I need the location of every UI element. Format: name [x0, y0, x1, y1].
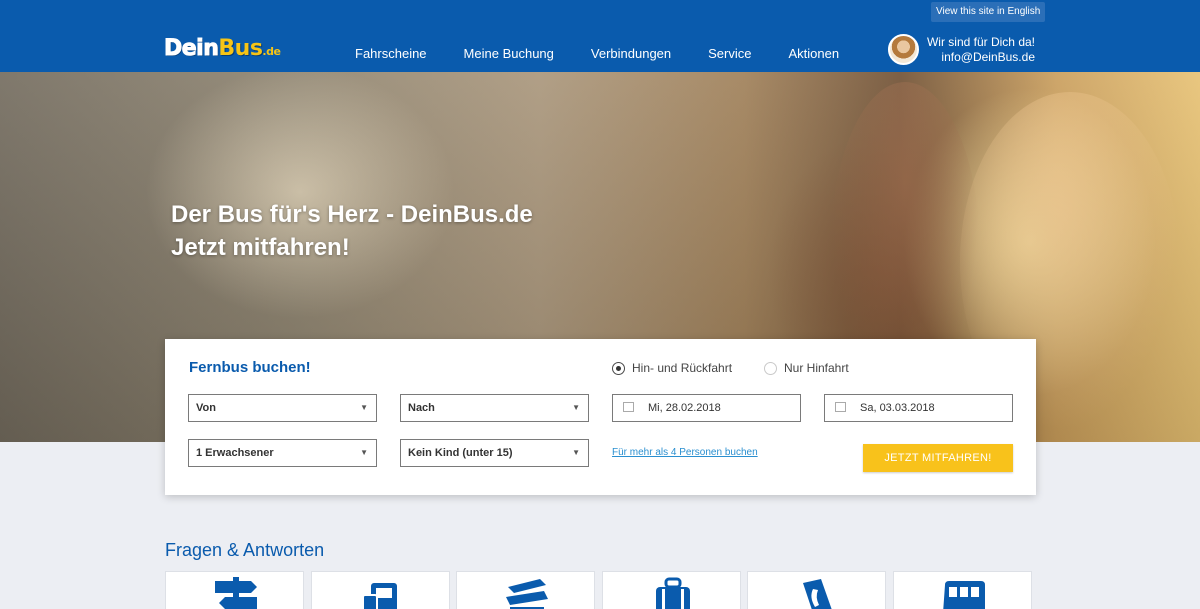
hero-headline-line2: Jetzt mitfahren!	[171, 234, 350, 261]
chevron-down-icon: ▼	[572, 403, 580, 412]
radio-unselected-icon	[764, 361, 777, 375]
deinbus-logo[interactable]: DeinBus.de	[163, 36, 281, 62]
faq-title: Fragen & Antworten	[165, 540, 325, 560]
adults-select[interactable]: 1 Erwachsener ▼	[188, 439, 377, 467]
hero-headline-line1: Der Bus für's Herz - DeinBus.de	[171, 201, 533, 228]
hero-headline: Der Bus für's Herz - DeinBus.de Jetzt mi…	[171, 198, 533, 264]
children-select-value: Kein Kind (unter 15)	[408, 447, 513, 459]
faq-tile-bus[interactable]	[893, 571, 1032, 609]
radio-round-trip[interactable]: Hin- und Rückfahrt	[612, 361, 732, 375]
contact-info: Wir sind für Dich da! info@DeinBus.de	[927, 35, 1035, 65]
nav-fahrscheine[interactable]: Fahrscheine	[355, 46, 427, 62]
nav-meine-buchung[interactable]: Meine Buchung	[464, 46, 554, 62]
phone-icon	[803, 579, 832, 609]
contact-tagline: Wir sind für Dich da!	[926, 35, 1035, 49]
signpost-icon	[215, 577, 257, 609]
calendar-icon	[623, 402, 634, 413]
submit-booking-button[interactable]: JETZT MITFAHREN!	[863, 444, 1013, 472]
logo-text-de: .de	[262, 45, 281, 58]
faq-tile-tickets[interactable]	[311, 571, 450, 609]
adults-select-value: 1 Erwachsener	[196, 447, 274, 459]
nav-verbindungen[interactable]: Verbindungen	[591, 46, 671, 62]
chevron-down-icon: ▼	[572, 448, 580, 457]
ticket-icon	[362, 583, 397, 609]
faq-tiles	[165, 571, 1036, 609]
outbound-date-field[interactable]: Mi, 28.02.2018	[612, 394, 801, 422]
nav-aktionen[interactable]: Aktionen	[789, 46, 840, 62]
radio-one-way-label: Nur Hinfahrt	[784, 361, 849, 375]
from-select-value: Von	[196, 402, 216, 414]
faq-tile-routes[interactable]	[165, 571, 304, 609]
return-date-field[interactable]: Sa, 03.03.2018	[824, 394, 1013, 422]
calendar-icon	[835, 402, 846, 413]
chevron-down-icon: ▼	[360, 448, 368, 457]
support-avatar	[888, 34, 919, 65]
logo-text-dein: Dein	[163, 36, 219, 62]
return-date-value: Sa, 03.03.2018	[860, 402, 935, 414]
bus-icon	[943, 581, 985, 609]
radio-one-way[interactable]: Nur Hinfahrt	[764, 361, 849, 375]
chevron-down-icon: ▼	[360, 403, 368, 412]
outbound-date-value: Mi, 28.02.2018	[648, 402, 721, 414]
site-header: View this site in English DeinBus.de Fah…	[0, 0, 1200, 72]
to-select[interactable]: Nach ▼	[400, 394, 589, 422]
bus-stack-icon	[506, 579, 548, 609]
booking-title: Fernbus buchen!	[189, 359, 311, 376]
radio-round-trip-label: Hin- und Rückfahrt	[632, 361, 733, 375]
luggage-icon	[656, 577, 690, 609]
nav-service[interactable]: Service	[708, 46, 751, 62]
english-site-button[interactable]: View this site in English	[931, 2, 1046, 22]
contact-email[interactable]: info@DeinBus.de	[927, 50, 1035, 65]
main-nav: Fahrscheine Meine Buchung Verbindungen S…	[355, 46, 876, 62]
more-persons-link[interactable]: Für mehr als 4 Personen buchen	[612, 447, 758, 459]
radio-selected-icon	[612, 361, 625, 375]
to-select-value: Nach	[408, 402, 435, 414]
faq-tile-booking[interactable]	[456, 571, 595, 609]
faq-tile-contact[interactable]	[747, 571, 886, 609]
faq-tile-luggage[interactable]	[602, 571, 741, 609]
children-select[interactable]: Kein Kind (unter 15) ▼	[400, 439, 589, 467]
logo-text-bus: Bus	[218, 36, 263, 61]
from-select[interactable]: Von ▼	[188, 394, 377, 422]
booking-form: Fernbus buchen! Hin- und Rückfahrt Nur H…	[165, 339, 1036, 495]
